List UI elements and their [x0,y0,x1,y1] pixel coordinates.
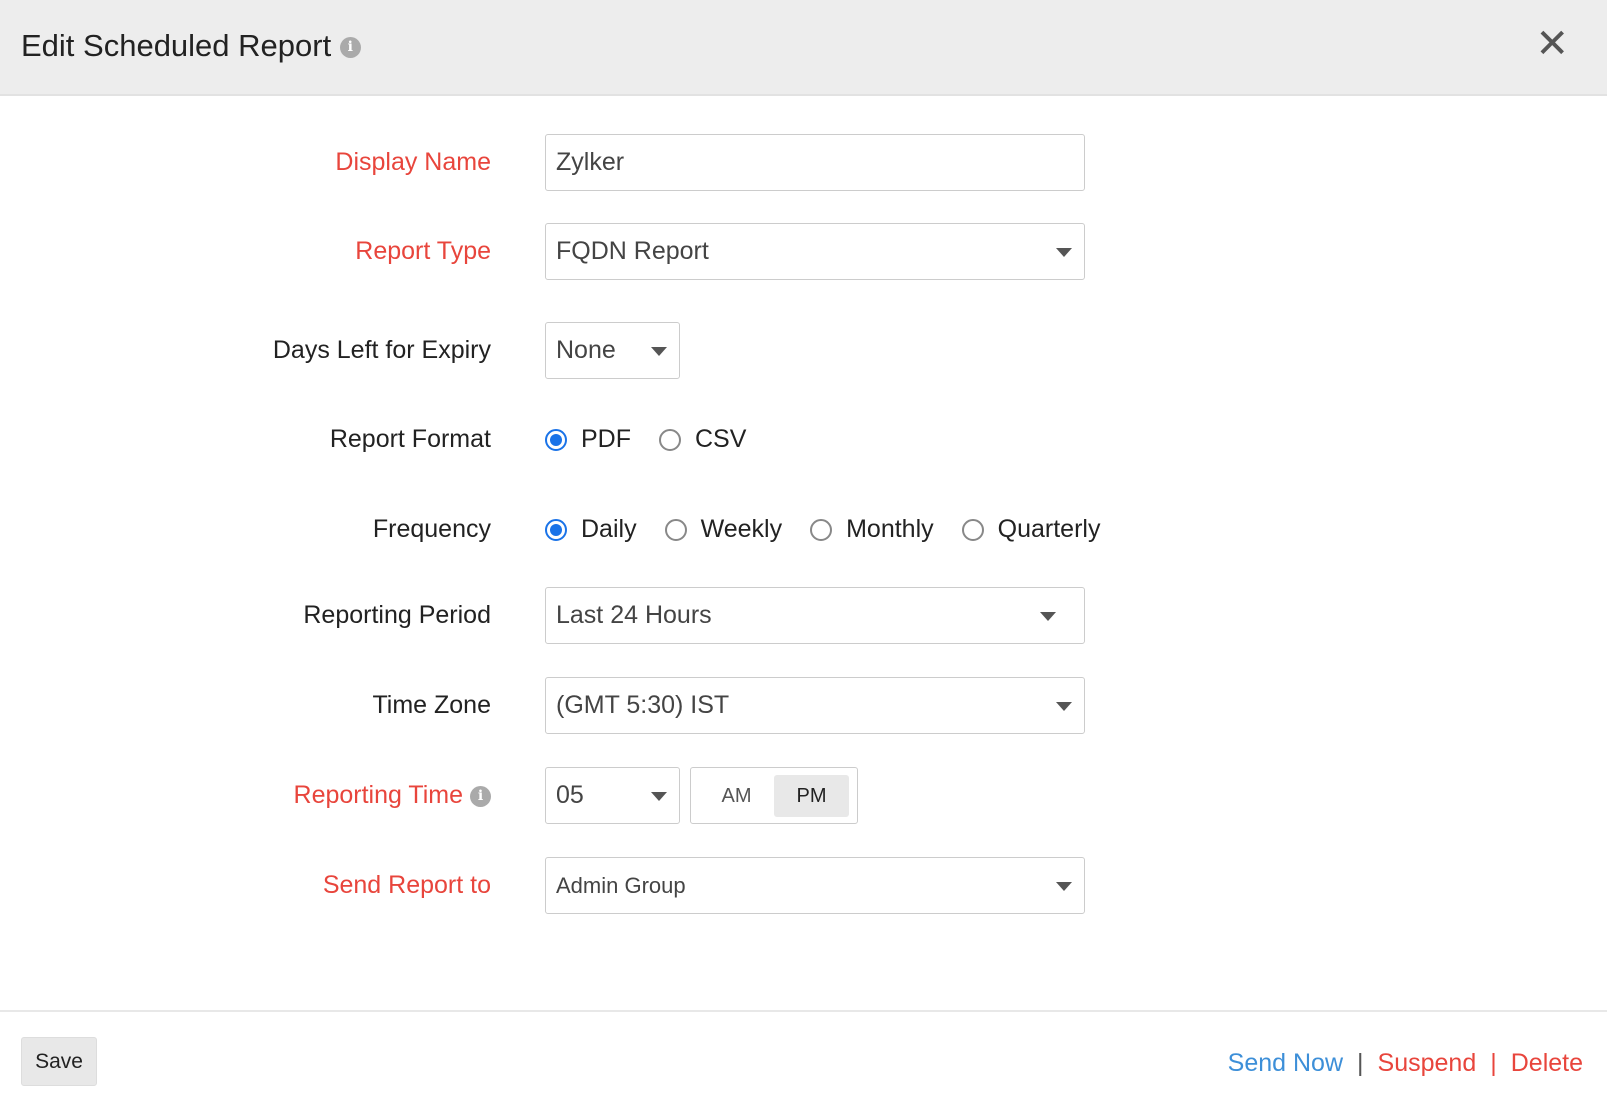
radio-label: CSV [695,425,746,454]
radio-quarterly[interactable]: Quarterly [962,515,1101,544]
frequency-row: Frequency Daily Weekly Monthly Quarterly [0,501,1607,558]
reporting-period-value: Last 24 Hours [556,601,712,629]
chevron-down-icon [1040,612,1056,621]
separator: | [1357,1049,1364,1078]
pm-button[interactable]: PM [774,775,849,817]
time-zone-row: Time Zone (GMT 5:30) IST [0,677,1607,734]
send-now-link[interactable]: Send Now [1228,1049,1343,1078]
radio-label: Weekly [701,515,783,544]
frequency-label: Frequency [373,501,491,558]
hour-value: 05 [556,781,584,809]
send-report-to-value: Admin Group [556,873,686,898]
report-type-row: Report Type FQDN Report [0,223,1607,280]
report-type-label: Report Type [355,223,491,280]
chevron-down-icon [1056,702,1072,711]
suspend-link[interactable]: Suspend [1378,1049,1477,1078]
footer-actions: Send Now | Suspend | Delete [1228,1049,1583,1078]
radio-label: Daily [581,515,637,544]
report-format-row: Report Format PDF CSV [0,411,1607,468]
radio-unchecked-icon [810,519,832,541]
send-report-to-row: Send Report to Admin Group [0,857,1607,914]
radio-csv[interactable]: CSV [659,425,746,454]
days-left-select[interactable]: None [545,322,680,379]
radio-pdf[interactable]: PDF [545,425,631,454]
radio-weekly[interactable]: Weekly [665,515,783,544]
delete-link[interactable]: Delete [1511,1049,1583,1078]
days-left-value: None [556,336,616,364]
radio-checked-icon [545,429,567,451]
days-left-label: Days Left for Expiry [273,322,491,379]
chevron-down-icon [651,347,667,356]
report-type-value: FQDN Report [556,237,709,265]
display-name-input[interactable]: Zylker [545,134,1085,191]
reporting-time-label-text: Reporting Time [294,781,464,809]
display-name-row: Display Name Zylker [0,134,1607,191]
display-name-value: Zylker [556,148,624,176]
send-report-to-select[interactable]: Admin Group [545,857,1085,914]
chevron-down-icon [1056,882,1072,891]
dialog-header: Edit Scheduled Report i ✕ [0,0,1607,96]
radio-checked-icon [545,519,567,541]
radio-unchecked-icon [962,519,984,541]
radio-monthly[interactable]: Monthly [810,515,934,544]
am-button[interactable]: AM [699,775,774,817]
radio-unchecked-icon [659,429,681,451]
reporting-time-row: Reporting Time i 05 AM PM [0,767,1607,824]
days-left-row: Days Left for Expiry None [0,322,1607,379]
radio-label: PDF [581,425,631,454]
reporting-time-label: Reporting Time i [294,767,491,824]
info-icon[interactable]: i [340,37,361,58]
save-button[interactable]: Save [21,1037,97,1086]
radio-label: Monthly [846,515,934,544]
reporting-period-row: Reporting Period Last 24 Hours [0,587,1607,644]
time-zone-select[interactable]: (GMT 5:30) IST [545,677,1085,734]
footer-divider [0,1010,1607,1012]
display-name-label: Display Name [335,134,491,191]
radio-label: Quarterly [998,515,1101,544]
radio-daily[interactable]: Daily [545,515,637,544]
radio-unchecked-icon [665,519,687,541]
report-type-select[interactable]: FQDN Report [545,223,1085,280]
chevron-down-icon [651,792,667,801]
reporting-period-label: Reporting Period [303,587,491,644]
dialog-title: Edit Scheduled Report i [21,28,361,64]
send-report-to-label: Send Report to [323,857,491,914]
time-zone-label: Time Zone [372,677,491,734]
reporting-period-select[interactable]: Last 24 Hours [545,587,1085,644]
separator: | [1490,1049,1497,1078]
close-icon[interactable]: ✕ [1535,24,1569,64]
am-pm-toggle: AM PM [690,767,858,824]
time-zone-value: (GMT 5:30) IST [556,691,729,719]
chevron-down-icon [1056,248,1072,257]
hour-select[interactable]: 05 [545,767,680,824]
report-format-label: Report Format [330,411,491,468]
info-icon[interactable]: i [470,786,491,807]
